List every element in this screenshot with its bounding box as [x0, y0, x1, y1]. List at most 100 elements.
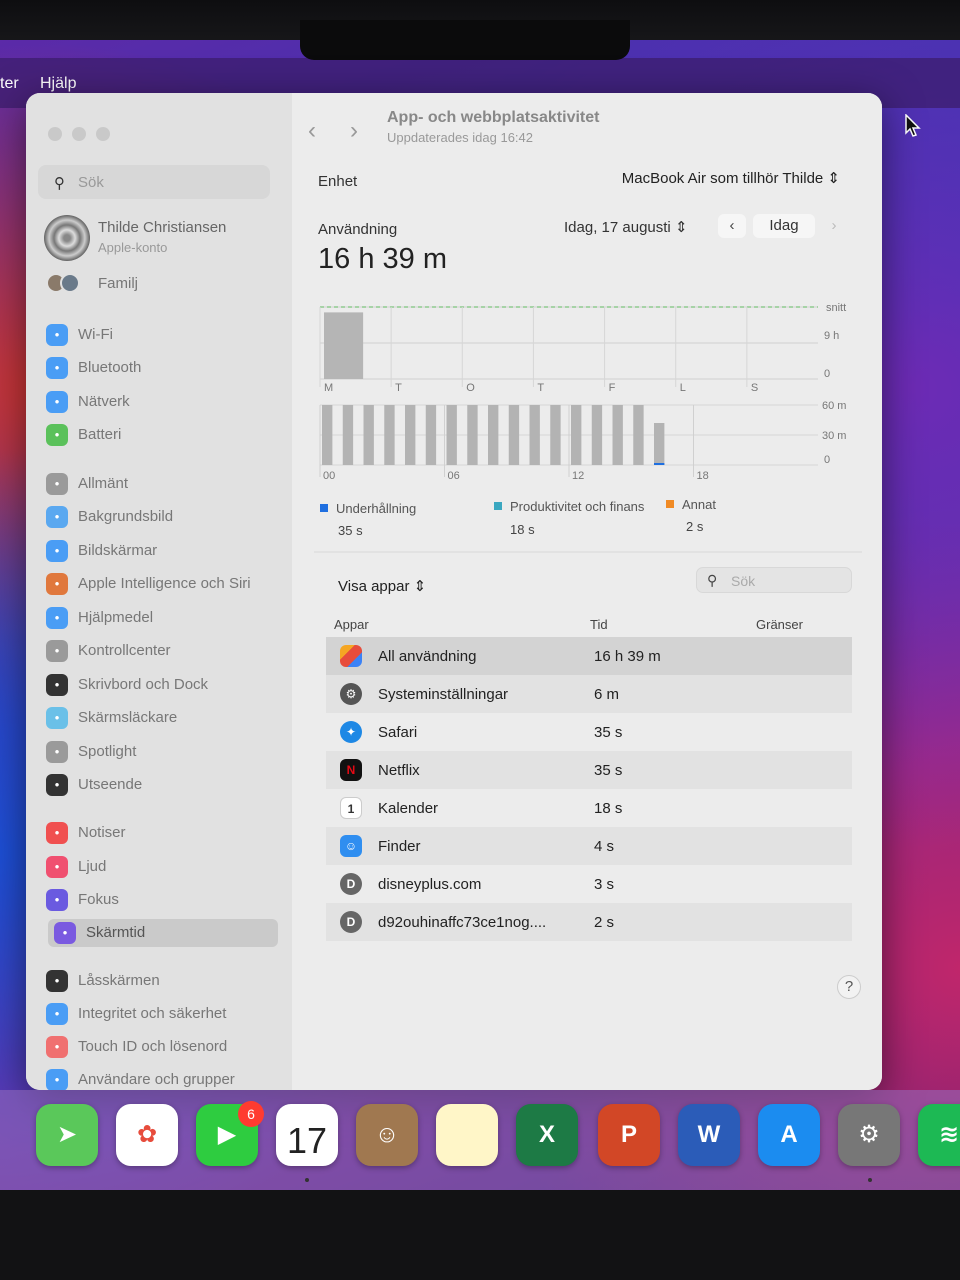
- zoom-window-button[interactable]: [96, 127, 110, 141]
- hourly-ytick: 30 m: [822, 430, 846, 442]
- sidebar-search-field[interactable]: ⚲ Sök: [38, 165, 270, 199]
- menu-item-help[interactable]: Hjälp: [40, 75, 76, 93]
- menu-item-partial[interactable]: ter: [0, 75, 19, 93]
- usage-label: Användning: [318, 221, 398, 238]
- sidebar-item-2[interactable]: • Bluetooth: [46, 354, 281, 382]
- weekly-day-label: M: [324, 382, 333, 394]
- sidebar-item-label: Skrivbord och Dock: [78, 676, 209, 693]
- sidebar-item-8[interactable]: • Apple Intelligence och Siri: [46, 570, 281, 598]
- sidebar-item-family[interactable]: Familj: [98, 275, 138, 292]
- wifi-icon: •: [46, 324, 68, 346]
- weekly-day-label: O: [466, 382, 475, 394]
- legend-value: 18 s: [510, 522, 535, 537]
- table-row[interactable]: ✦ Safari 35 s: [326, 713, 852, 751]
- sidebar-item-20[interactable]: • Integritet och säkerhet: [46, 1000, 281, 1028]
- settings-window: ⚲ Sök Thilde Christiansen Apple-konto Fa…: [26, 93, 882, 1090]
- contacts-icon[interactable]: ☺: [356, 1104, 418, 1166]
- legend-swatch: [320, 504, 328, 512]
- hourly-bar-15: [633, 405, 644, 465]
- hourly-tick-label: 12: [572, 470, 584, 482]
- sidebar-item-label: Spotlight: [78, 743, 137, 760]
- sidebar-item-12[interactable]: • Skärmsläckare: [46, 704, 281, 732]
- netflix-icon: N: [340, 759, 362, 781]
- sidebar-item-21[interactable]: • Touch ID och lösenord: [46, 1033, 281, 1061]
- notes-icon[interactable]: [436, 1104, 498, 1166]
- sidebar-item-11[interactable]: • Skrivbord och Dock: [46, 671, 281, 699]
- hourly-bar-05: [425, 405, 437, 465]
- sidebar-item-5[interactable]: • Allmänt: [46, 470, 281, 498]
- app-store-icon[interactable]: A: [758, 1104, 820, 1166]
- table-row[interactable]: 1 Kalender 18 s: [326, 789, 852, 827]
- table-row[interactable]: Dd92ouhinaffc73ce1nog.... 2 s: [326, 903, 852, 941]
- help-button[interactable]: ?: [837, 975, 861, 999]
- fingerprint-icon: •: [46, 1036, 68, 1058]
- safari-icon: ✦: [340, 721, 362, 743]
- appearance-icon: •: [46, 774, 68, 796]
- powerpoint-icon[interactable]: P: [598, 1104, 660, 1166]
- spotify-icon[interactable]: ≋: [918, 1104, 960, 1166]
- word-icon[interactable]: W: [678, 1104, 740, 1166]
- sidebar-item-10[interactable]: • Kontrollcenter: [46, 637, 281, 665]
- column-header-limits[interactable]: Gränser: [756, 617, 803, 632]
- screen-bezel-bottom: [0, 1190, 960, 1280]
- sidebar-item-label: Bildskärmar: [78, 542, 158, 559]
- table-row[interactable]: All användning 16 h 39 m: [326, 637, 852, 675]
- sidebar-item-7[interactable]: • Bildskärmar: [46, 537, 281, 565]
- system-settings-icon[interactable]: ⚙: [838, 1104, 900, 1166]
- apps-search-field[interactable]: ⚲ Sök: [696, 567, 852, 593]
- wallpaper-icon: •: [46, 506, 68, 528]
- excel-icon[interactable]: X: [516, 1104, 578, 1166]
- previous-day-button[interactable]: ‹: [718, 214, 746, 238]
- sidebar-item-22[interactable]: • Användare och grupper: [46, 1066, 281, 1090]
- table-row[interactable]: ⚙ Systeminställningar 6 m: [326, 675, 852, 713]
- legend-swatch: [494, 502, 502, 510]
- app-time: 16 h 39 m: [594, 648, 661, 665]
- sidebar-item-16[interactable]: • Ljud: [46, 853, 281, 881]
- column-header-time[interactable]: Tid: [590, 617, 608, 632]
- account-avatar[interactable]: [44, 215, 90, 261]
- search-icon: ⚲: [707, 572, 718, 588]
- users-icon: •: [46, 1069, 68, 1090]
- bell-icon: •: [46, 822, 68, 844]
- sidebar-search-placeholder: Sök: [78, 174, 104, 191]
- hourglass-icon: •: [54, 922, 76, 944]
- show-apps-label: Visa appar: [338, 578, 410, 595]
- table-row[interactable]: Ddisneyplus.com 3 s: [326, 865, 852, 903]
- sidebar-item-label: Apple Intelligence och Siri: [78, 575, 251, 592]
- running-indicator: [305, 1178, 309, 1182]
- sidebar-item-19[interactable]: • Låsskärmen: [46, 967, 281, 995]
- account-name[interactable]: Thilde Christiansen: [98, 219, 226, 236]
- date-popup[interactable]: Idag, 17 augusti ⇕: [564, 218, 688, 236]
- facetime-badge: 6: [238, 1101, 264, 1127]
- sidebar-item-15[interactable]: • Notiser: [46, 819, 281, 847]
- sidebar-item-1[interactable]: • Wi-Fi: [46, 321, 281, 349]
- table-row[interactable]: ☺ Finder 4 s: [326, 827, 852, 865]
- calendar-day: 17: [286, 1120, 328, 1161]
- sidebar-item-label: Batteri: [78, 426, 122, 443]
- close-window-button[interactable]: [48, 127, 62, 141]
- hourly-bar-08: [488, 405, 499, 465]
- sidebar-item-4[interactable]: • Batteri: [46, 421, 281, 449]
- lock-icon: •: [46, 970, 68, 992]
- sidebar-item-9[interactable]: • Hjälpmedel: [46, 604, 281, 632]
- weekly-day-label: F: [609, 382, 616, 394]
- next-day-button[interactable]: ›: [820, 214, 848, 238]
- sidebar-item-18[interactable]: • Skärmtid: [48, 919, 278, 947]
- legend-value: 2 s: [686, 519, 704, 534]
- show-apps-popup[interactable]: Visa appar ⇕: [338, 577, 426, 595]
- minimize-window-button[interactable]: [72, 127, 86, 141]
- sidebar-item-6[interactable]: • Bakgrundsbild: [46, 503, 281, 531]
- maps-icon[interactable]: ➤: [36, 1104, 98, 1166]
- sidebar-item-13[interactable]: • Spotlight: [46, 738, 281, 766]
- legend-label: Annat: [682, 497, 716, 512]
- column-header-apps[interactable]: Appar: [334, 617, 369, 632]
- sidebar-item-label: Skärmtid: [86, 924, 146, 941]
- sidebar-item-14[interactable]: • Utseende: [46, 771, 281, 799]
- sidebar-item-17[interactable]: • Fokus: [46, 886, 281, 914]
- photos-icon[interactable]: ✿: [116, 1104, 178, 1166]
- table-row[interactable]: N Netflix 35 s: [326, 751, 852, 789]
- accessibility-icon: •: [46, 607, 68, 629]
- today-button[interactable]: Idag: [753, 214, 815, 238]
- sidebar-item-3[interactable]: • Nätverk: [46, 388, 281, 416]
- finder-icon: ☺: [340, 835, 362, 857]
